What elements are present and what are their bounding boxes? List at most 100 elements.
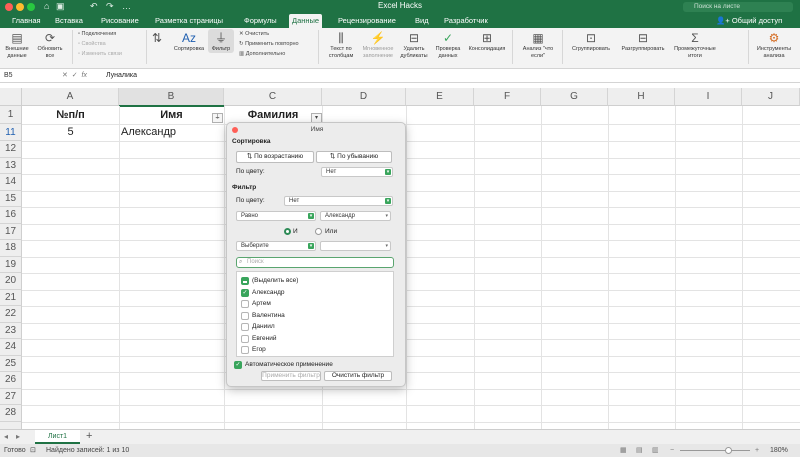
list-item[interactable]: (Выделить все): [252, 277, 298, 285]
prev-sheet-icon[interactable]: ◂: [4, 432, 8, 441]
clear-button[interactable]: ✕ Очистить: [239, 30, 269, 38]
tab-draw[interactable]: Рисование: [98, 14, 142, 28]
item-checkbox[interactable]: [241, 300, 249, 308]
clear-filter-button[interactable]: Очистить фильтр: [324, 371, 392, 381]
list-item[interactable]: Егор: [252, 346, 266, 354]
row-header[interactable]: 23: [0, 322, 22, 339]
fx-icon[interactable]: fx: [82, 72, 87, 79]
apply-filter-button[interactable]: Применить фильтр: [261, 371, 321, 381]
formula-input[interactable]: Луналика: [106, 69, 137, 83]
condition2-select[interactable]: Выберите ▾: [236, 241, 316, 251]
confirm-icon[interactable]: ✓: [72, 72, 78, 79]
row-header[interactable]: 14: [0, 174, 22, 191]
header-cell-number[interactable]: №п/п: [22, 106, 119, 124]
column-header-c[interactable]: C: [224, 88, 322, 106]
edit-links-button[interactable]: ▫ Изменить связи: [78, 50, 122, 58]
row-header[interactable]: 13: [0, 157, 22, 174]
flash-fill-button[interactable]: ⚡ Мгновенное заполнение: [360, 31, 396, 59]
row-header[interactable]: 15: [0, 190, 22, 207]
consolidate-button[interactable]: ⊞ Консолидация: [465, 31, 509, 53]
row-header[interactable]: 16: [0, 207, 22, 224]
select-all-corner[interactable]: [0, 88, 22, 106]
item-checkbox[interactable]: ✓: [241, 288, 249, 297]
normal-view-icon[interactable]: ▦: [620, 444, 627, 457]
row-header[interactable]: 25: [0, 355, 22, 372]
list-item[interactable]: Даниил: [252, 323, 275, 331]
row-header[interactable]: 17: [0, 223, 22, 240]
filter-button[interactable]: ⏚ Фильтр: [208, 29, 234, 53]
or-radio[interactable]: [315, 228, 322, 235]
row-header[interactable]: 22: [0, 306, 22, 323]
refresh-all-button[interactable]: ⟳ Обновить все: [36, 31, 64, 59]
list-item[interactable]: Валентина: [252, 312, 285, 320]
analysis-tools-button[interactable]: ⚙ Инструменты анализа: [754, 31, 794, 59]
item-checkbox[interactable]: [241, 323, 249, 331]
sheet-tab[interactable]: Лист1: [35, 430, 80, 444]
name-box[interactable]: B5: [4, 71, 54, 81]
filter-color-select[interactable]: Нет ▾: [284, 196, 393, 206]
header-cell-name[interactable]: Имя: [119, 106, 224, 124]
row-header[interactable]: 12: [0, 141, 22, 158]
column-header-e[interactable]: E: [406, 88, 474, 106]
value1-combobox[interactable]: Александр ▾: [320, 211, 391, 221]
sort-button[interactable]: Az Сортировка: [172, 31, 206, 53]
row-header[interactable]: 24: [0, 339, 22, 356]
page-break-icon[interactable]: ▥: [652, 444, 659, 457]
column-header-f[interactable]: F: [474, 88, 541, 106]
column-header-b[interactable]: B: [119, 88, 224, 106]
condition1-select[interactable]: Равно ▾: [236, 211, 316, 221]
column-header-j[interactable]: J: [742, 88, 800, 106]
item-checkbox[interactable]: [241, 334, 249, 343]
column-header-g[interactable]: G: [541, 88, 608, 106]
subtotal-button[interactable]: Σ Промежуточные итоги: [672, 31, 718, 59]
tab-insert[interactable]: Вставка: [52, 14, 86, 28]
zoom-in-icon[interactable]: +: [755, 444, 759, 457]
page-layout-icon[interactable]: ▤: [636, 444, 643, 457]
row-header[interactable]: 20: [0, 273, 22, 290]
and-radio[interactable]: [284, 228, 291, 235]
add-sheet-icon[interactable]: +: [86, 430, 92, 442]
tab-page-layout[interactable]: Разметка страницы: [152, 14, 226, 28]
row-header[interactable]: 1: [0, 106, 22, 124]
sort-descending-button[interactable]: ⇅ По убыванию: [316, 151, 392, 163]
zoom-slider[interactable]: [680, 450, 750, 451]
list-item[interactable]: Александр: [252, 289, 285, 297]
remove-duplicates-button[interactable]: ⊟ Удалить дубликаты: [399, 31, 429, 59]
item-checkbox[interactable]: [241, 346, 249, 354]
cell-number[interactable]: 5: [22, 124, 119, 141]
value2-combobox[interactable]: ▾: [320, 241, 391, 251]
tab-view[interactable]: Вид: [412, 14, 432, 28]
column-header-a[interactable]: A: [22, 88, 119, 106]
row-header[interactable]: 21: [0, 289, 22, 306]
group-button[interactable]: ⊡ Сгруппировать: [566, 31, 616, 53]
filter-search-input[interactable]: ⌕ Поиск: [236, 257, 394, 268]
what-if-button[interactable]: ▦ Анализ "что если": [518, 31, 558, 59]
auto-apply-checkbox[interactable]: ✓: [234, 361, 242, 369]
reapply-button[interactable]: ↻ Применить повторно: [239, 40, 299, 48]
list-item[interactable]: Артем: [252, 300, 271, 308]
column-header-h[interactable]: H: [608, 88, 675, 106]
next-sheet-icon[interactable]: ▸: [16, 432, 20, 441]
sort-az-icon[interactable]: ⇅: [152, 31, 162, 46]
text-to-columns-button[interactable]: ⫼ Текст по столбцам: [324, 31, 358, 59]
sort-color-select[interactable]: Нет ▾: [321, 167, 393, 177]
tab-data[interactable]: Данные: [289, 14, 323, 28]
cell-name[interactable]: Александр: [121, 124, 176, 141]
share-button[interactable]: 👤+ Общий доступ: [716, 15, 782, 27]
filter-active-icon[interactable]: ⏚: [212, 113, 223, 123]
list-item[interactable]: Евгений: [252, 335, 276, 343]
row-header[interactable]: 11: [0, 124, 22, 141]
advanced-button[interactable]: ▥ Дополнительно: [239, 50, 285, 58]
zoom-out-icon[interactable]: −: [670, 444, 674, 457]
column-header-d[interactable]: D: [322, 88, 406, 106]
item-checkbox[interactable]: [241, 311, 249, 320]
search-sheet-input[interactable]: Поиск на листе: [683, 2, 793, 12]
tab-formulas[interactable]: Формулы: [241, 14, 280, 28]
tab-review[interactable]: Рецензирование: [335, 14, 399, 28]
zoom-slider-handle[interactable]: [725, 447, 732, 454]
tab-home[interactable]: Главная: [9, 14, 44, 28]
cancel-icon[interactable]: ✕: [62, 72, 68, 79]
row-header[interactable]: 27: [0, 388, 22, 405]
data-validation-button[interactable]: ✓ Проверка данных: [432, 31, 464, 59]
ungroup-button[interactable]: ⊟ Разгруппировать: [616, 31, 670, 53]
